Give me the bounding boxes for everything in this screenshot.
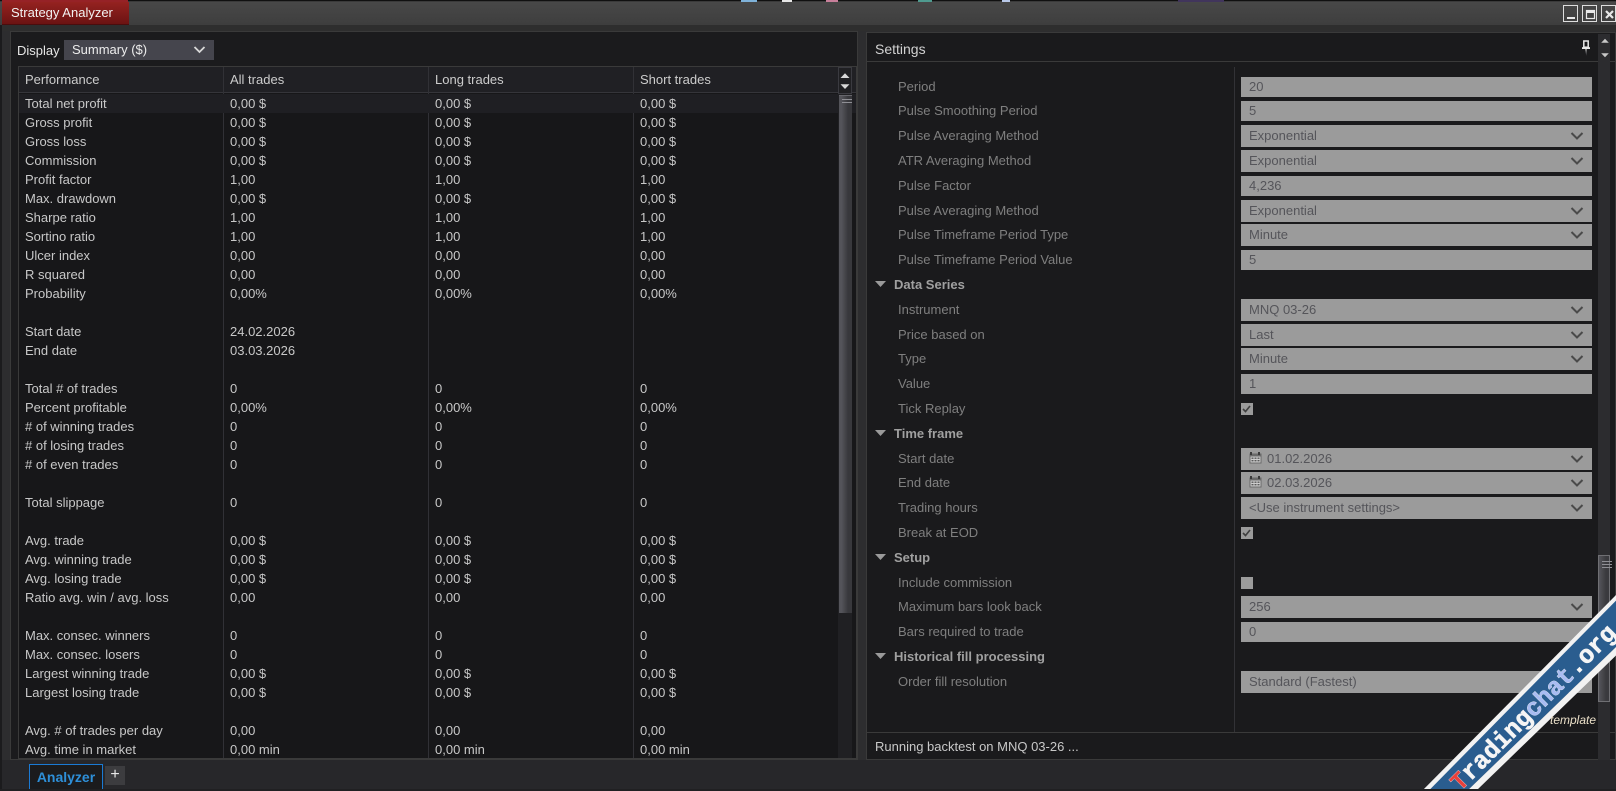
svg-text:Tradingchat.org: Tradingchat.org	[1445, 619, 1616, 791]
